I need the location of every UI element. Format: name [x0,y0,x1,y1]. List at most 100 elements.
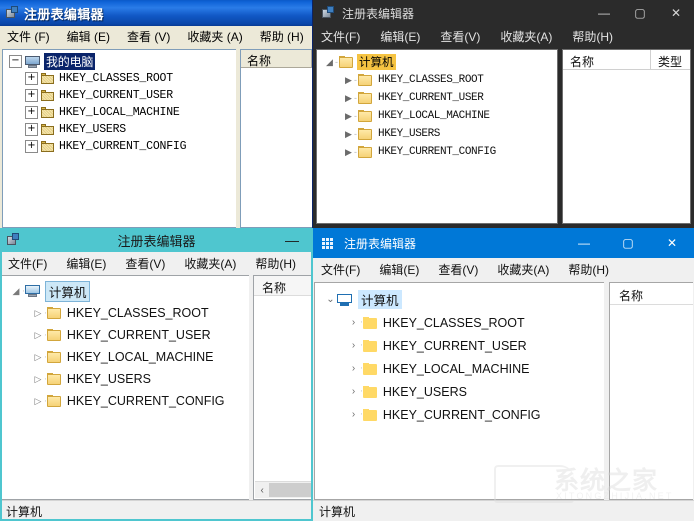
maximize-button[interactable]: ▢ [622,0,658,26]
menu-file[interactable]: 文件(F) [321,261,360,278]
column-name[interactable]: 名称 [254,276,312,295]
tree-item-hkey-classes-root[interactable]: ▶ - HKEY_CLASSES_ROOT [317,71,557,89]
tree-item-hkey-users[interactable]: + HKEY_USERS [3,121,236,138]
expand-expander-icon[interactable]: › [347,317,360,328]
tree-pane-win8[interactable]: ◢ ⋅ 计算机 ▷ ⋅ HKEY_CLASSES_ROOT ▷ ⋅ HKEY_C… [1,275,249,500]
list-pane-dark[interactable]: 名称 类型 [562,49,691,224]
menu-view[interactable]: 查看(V) [438,261,478,278]
tree-item-hkey-users[interactable]: › ⋅ HKEY_USERS [315,380,604,403]
tree-item-hkey-local-machine[interactable]: ▷ ⋅ HKEY_LOCAL_MACHINE [2,346,249,368]
tree-item-hkey-current-config[interactable]: + HKEY_CURRENT_CONFIG [3,138,236,155]
window-registry-editor-xp[interactable]: 注册表编辑器 文件 (F) 编辑 (E) 查看 (V) 收藏夹 (A) 帮助 (… [0,0,313,228]
menu-edit[interactable]: 编辑(E) [379,261,419,278]
tree-item-hkey-local-machine[interactable]: + HKEY_LOCAL_MACHINE [3,104,236,121]
minimize-button[interactable]: — [562,228,606,258]
minimize-button[interactable]: — [586,0,622,26]
expand-expander-icon[interactable]: › [347,409,360,420]
tree-pane-win10[interactable]: ⌄ 计算机 › ⋅ HKEY_CLASSES_ROOT › ⋅ HKEY_CUR… [314,282,604,500]
tree-item-hkey-current-user[interactable]: › ⋅ HKEY_CURRENT_USER [315,334,604,357]
list-pane-win8[interactable]: 名称 ‹ [253,275,312,500]
tree-item-hkey-users[interactable]: ▶ - HKEY_USERS [317,125,557,143]
menu-favorites[interactable]: 收藏夹(A) [500,28,552,45]
expand-expander-icon[interactable]: + [25,123,38,136]
expand-expander-icon[interactable]: + [25,89,38,102]
menu-help[interactable]: 帮助(H) [255,255,296,272]
menu-edit[interactable]: 编辑 (E) [67,28,110,45]
close-button[interactable]: ✕ [650,228,694,258]
column-name[interactable]: 名称 [241,50,312,67]
tree-item-hkey-classes-root[interactable]: ▷ ⋅ HKEY_CLASSES_ROOT [2,302,249,324]
expand-expander-icon[interactable]: ▷ [32,374,44,385]
titlebar-win8[interactable]: 注册表编辑器 — [0,228,313,252]
horizontal-scrollbar[interactable]: ‹ [255,481,311,498]
expand-expander-icon[interactable]: ▷ [32,330,44,341]
tree-item-hkey-local-machine[interactable]: › ⋅ HKEY_LOCAL_MACHINE [315,357,604,380]
collapse-expander-icon[interactable]: ◢ [10,286,22,297]
tree-pane-xp[interactable]: − 我的电脑 + HKEY_CLASSES_ROOT + HKEY_CURREN… [2,49,236,228]
menubar-win10[interactable]: 文件(F) 编辑(E) 查看(V) 收藏夹(A) 帮助(H) [313,258,694,281]
expand-expander-icon[interactable]: ▷ [32,396,44,407]
menubar-dark[interactable]: 文件(F) 编辑(E) 查看(V) 收藏夹(A) 帮助(H) [313,26,694,47]
minimize-button[interactable]: — [285,228,299,252]
tree-root-computer[interactable]: ⌄ 计算机 [315,288,604,311]
window-registry-editor-win8[interactable]: 注册表编辑器 — 文件(F) 编辑(E) 查看(V) 收藏夹(A) 帮助(H) … [0,228,313,521]
menu-file[interactable]: 文件(F) [321,28,360,45]
expand-expander-icon[interactable]: ▷ [32,308,44,319]
titlebar-dark[interactable]: 注册表编辑器 — ▢ ✕ [313,0,694,26]
scroll-left-arrow-icon[interactable]: ‹ [255,485,269,496]
menu-edit[interactable]: 编辑(E) [380,28,420,45]
tree-item-hkey-current-user[interactable]: ▷ ⋅ HKEY_CURRENT_USER [2,324,249,346]
collapse-expander-icon[interactable]: − [9,55,22,68]
tree-item-hkey-current-config[interactable]: ▶ - HKEY_CURRENT_CONFIG [317,143,557,161]
menubar-xp[interactable]: 文件 (F) 编辑 (E) 查看 (V) 收藏夹 (A) 帮助 (H) [0,26,312,47]
menu-help[interactable]: 帮助 (H) [260,28,304,45]
tree-item-hkey-current-user[interactable]: ▶ - HKEY_CURRENT_USER [317,89,557,107]
tree-item-hkey-current-user[interactable]: + HKEY_CURRENT_USER [3,87,236,104]
close-button[interactable]: ✕ [658,0,694,26]
expand-expander-icon[interactable]: ▶ [343,111,354,122]
menu-view[interactable]: 查看 (V) [127,28,170,45]
tree-root-computer[interactable]: ◢ - 计算机 [317,53,557,71]
menu-help[interactable]: 帮助(H) [568,261,609,278]
collapse-expander-icon[interactable]: ◢ [324,57,335,68]
tree-item-hkey-users[interactable]: ▷ ⋅ HKEY_USERS [2,368,249,390]
menubar-win8[interactable]: 文件(F) 编辑(E) 查看(V) 收藏夹(A) 帮助(H) [0,252,313,274]
scrollbar-thumb[interactable] [269,483,311,497]
column-type[interactable]: 类型 [651,50,682,69]
titlebar-xp[interactable]: 注册表编辑器 [0,0,312,26]
expand-expander-icon[interactable]: + [25,140,38,153]
list-pane-win10[interactable]: 名称 [609,282,693,500]
menu-favorites[interactable]: 收藏夹 (A) [187,28,242,45]
window-registry-editor-dark[interactable]: 注册表编辑器 — ▢ ✕ 文件(F) 编辑(E) 查看(V) 收藏夹(A) 帮助… [313,0,694,228]
maximize-button[interactable]: ▢ [606,228,650,258]
tree-root-computer[interactable]: ◢ ⋅ 计算机 [2,280,249,302]
menu-help[interactable]: 帮助(H) [572,28,613,45]
tree-item-hkey-classes-root[interactable]: + HKEY_CLASSES_ROOT [3,70,236,87]
tree-item-hkey-local-machine[interactable]: ▶ - HKEY_LOCAL_MACHINE [317,107,557,125]
expand-expander-icon[interactable]: › [347,363,360,374]
window-registry-editor-win10[interactable]: 注册表编辑器 — ▢ ✕ 文件(F) 编辑(E) 查看(V) 收藏夹(A) 帮助… [313,228,694,521]
collapse-expander-icon[interactable]: ⌄ [324,294,337,305]
tree-item-hkey-classes-root[interactable]: › ⋅ HKEY_CLASSES_ROOT [315,311,604,334]
tree-item-hkey-current-config[interactable]: ▷ ⋅ HKEY_CURRENT_CONFIG [2,390,249,412]
menu-favorites[interactable]: 收藏夹(A) [497,261,549,278]
menu-view[interactable]: 查看(V) [440,28,480,45]
expand-expander-icon[interactable]: › [347,340,360,351]
tree-pane-dark[interactable]: ◢ - 计算机 ▶ - HKEY_CLASSES_ROOT ▶ - HKEY_C… [316,49,558,224]
expand-expander-icon[interactable]: + [25,72,38,85]
expand-expander-icon[interactable]: ▶ [343,75,354,86]
menu-edit[interactable]: 编辑(E) [66,255,106,272]
menu-view[interactable]: 查看(V) [125,255,165,272]
menu-favorites[interactable]: 收藏夹(A) [184,255,236,272]
expand-expander-icon[interactable]: ▶ [343,147,354,158]
expand-expander-icon[interactable]: ▶ [343,129,354,140]
column-name[interactable]: 名称 [563,50,651,69]
titlebar-win10[interactable]: 注册表编辑器 — ▢ ✕ [313,228,694,258]
menu-file[interactable]: 文件 (F) [7,28,50,45]
tree-root-my-computer[interactable]: − 我的电脑 [3,53,236,70]
menu-file[interactable]: 文件(F) [8,255,47,272]
list-pane-xp[interactable]: 名称 [240,49,312,228]
column-name[interactable]: 名称 [610,283,680,304]
tree-item-hkey-current-config[interactable]: › ⋅ HKEY_CURRENT_CONFIG [315,403,604,426]
expand-expander-icon[interactable]: › [347,386,360,397]
